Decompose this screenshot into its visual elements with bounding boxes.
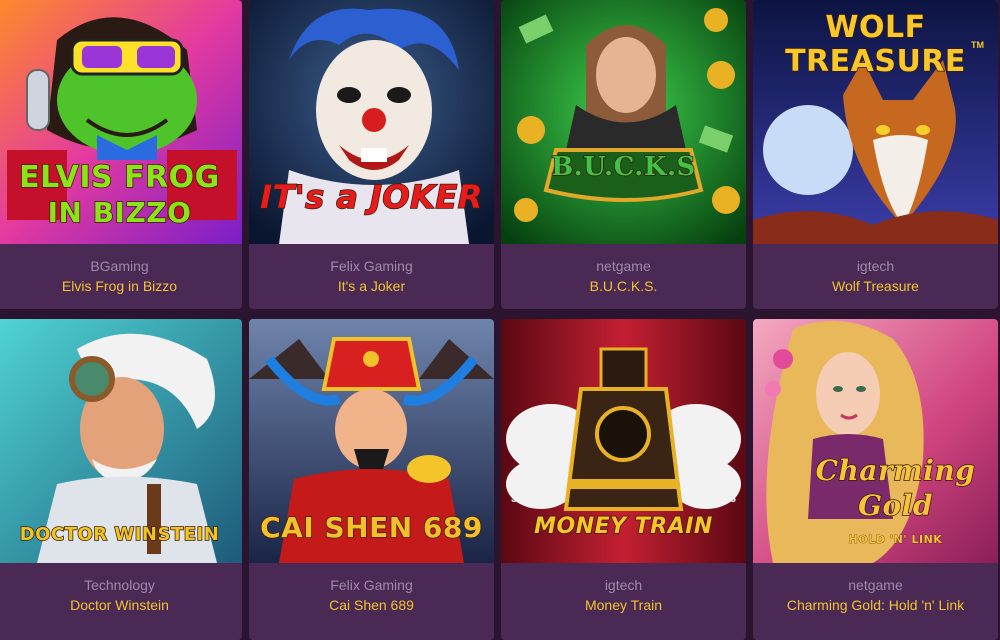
game-info: Technology Doctor Winstein: [0, 563, 242, 640]
charming-gold-artwork: [753, 319, 998, 563]
game-info: igtech Money Train: [501, 563, 746, 640]
game-info: BGaming Elvis Frog in Bizzo: [0, 244, 242, 309]
game-provider: Technology: [84, 577, 155, 593]
art-title: DOCTOR WINSTEIN: [19, 523, 220, 546]
art-title: CAI SHEN 689: [259, 510, 483, 545]
game-info: Felix Gaming Cai Shen 689: [249, 563, 494, 640]
game-title[interactable]: Cai Shen 689: [329, 595, 414, 615]
game-title[interactable]: Charming Gold: Hold 'n' Link: [787, 595, 964, 615]
games-grid: ELVIS FROG IN BIZZO BGaming Elvis Frog i…: [0, 0, 1000, 640]
game-provider: Felix Gaming: [330, 258, 413, 274]
game-thumbnail[interactable]: IT's a JOKER: [249, 0, 494, 244]
art-title-line2: Gold: [857, 488, 933, 523]
trademark-label: TM: [971, 40, 984, 50]
art-title-line1: WOLF: [825, 9, 926, 46]
game-thumbnail[interactable]: MONEY TRAIN 3 3: [501, 319, 746, 563]
art-title-line2: IN BIZZO: [47, 195, 192, 230]
art-title-line1: Charming: [815, 453, 976, 488]
game-title[interactable]: Wolf Treasure: [832, 276, 919, 296]
game-card[interactable]: WOLF TREASURE TM igtech Wolf Treasure: [753, 0, 998, 309]
art-title-line2: TREASURE: [784, 43, 966, 80]
game-card[interactable]: DOCTOR WINSTEIN Technology Doctor Winste…: [0, 319, 242, 640]
game-thumbnail[interactable]: WOLF TREASURE TM: [753, 0, 998, 244]
game-thumbnail[interactable]: DOCTOR WINSTEIN: [0, 319, 242, 563]
game-provider: Felix Gaming: [330, 577, 413, 593]
game-provider: igtech: [604, 577, 643, 593]
game-card[interactable]: CAI SHEN 689 Felix Gaming Cai Shen 689: [249, 319, 494, 640]
game-provider: BGaming: [90, 258, 149, 274]
art-title: B.U.C.K.S: [550, 151, 696, 183]
art-title: MONEY TRAIN: [533, 513, 713, 540]
game-title[interactable]: Money Train: [585, 595, 662, 615]
art-number-right: 3: [729, 493, 736, 505]
game-card[interactable]: IT's a JOKER Felix Gaming It's a Joker: [249, 0, 494, 309]
game-info: netgame Charming Gold: Hold 'n' Link: [753, 563, 998, 640]
bucks-artwork: [501, 0, 746, 244]
game-provider: netgame: [596, 258, 651, 274]
art-title-line1: ELVIS FROG: [18, 159, 220, 196]
game-info: Felix Gaming It's a Joker: [249, 244, 494, 309]
game-thumbnail[interactable]: B.U.C.K.S: [501, 0, 746, 244]
art-title: IT's a JOKER: [259, 177, 483, 217]
game-card[interactable]: Charming Gold HOLD 'N' LINK netgame Char…: [753, 319, 998, 640]
game-info: netgame B.U.C.K.S.: [501, 244, 746, 309]
game-title[interactable]: Elvis Frog in Bizzo: [62, 276, 177, 296]
game-card[interactable]: ELVIS FROG IN BIZZO BGaming Elvis Frog i…: [0, 0, 242, 309]
game-info: igtech Wolf Treasure: [753, 244, 998, 309]
game-title[interactable]: Doctor Winstein: [70, 595, 169, 615]
game-provider: igtech: [856, 258, 895, 274]
game-title[interactable]: It's a Joker: [338, 276, 405, 296]
game-card[interactable]: MONEY TRAIN 3 3 igtech Money Train: [501, 319, 746, 640]
game-thumbnail[interactable]: CAI SHEN 689: [249, 319, 494, 563]
art-title-line3: HOLD 'N' LINK: [848, 533, 943, 547]
game-title[interactable]: B.U.C.K.S.: [590, 276, 658, 296]
game-provider: netgame: [848, 577, 903, 593]
game-thumbnail[interactable]: Charming Gold HOLD 'N' LINK: [753, 319, 998, 563]
game-card[interactable]: B.U.C.K.S netgame B.U.C.K.S.: [501, 0, 746, 309]
game-thumbnail[interactable]: ELVIS FROG IN BIZZO: [0, 0, 242, 244]
art-number-left: 3: [511, 493, 518, 505]
